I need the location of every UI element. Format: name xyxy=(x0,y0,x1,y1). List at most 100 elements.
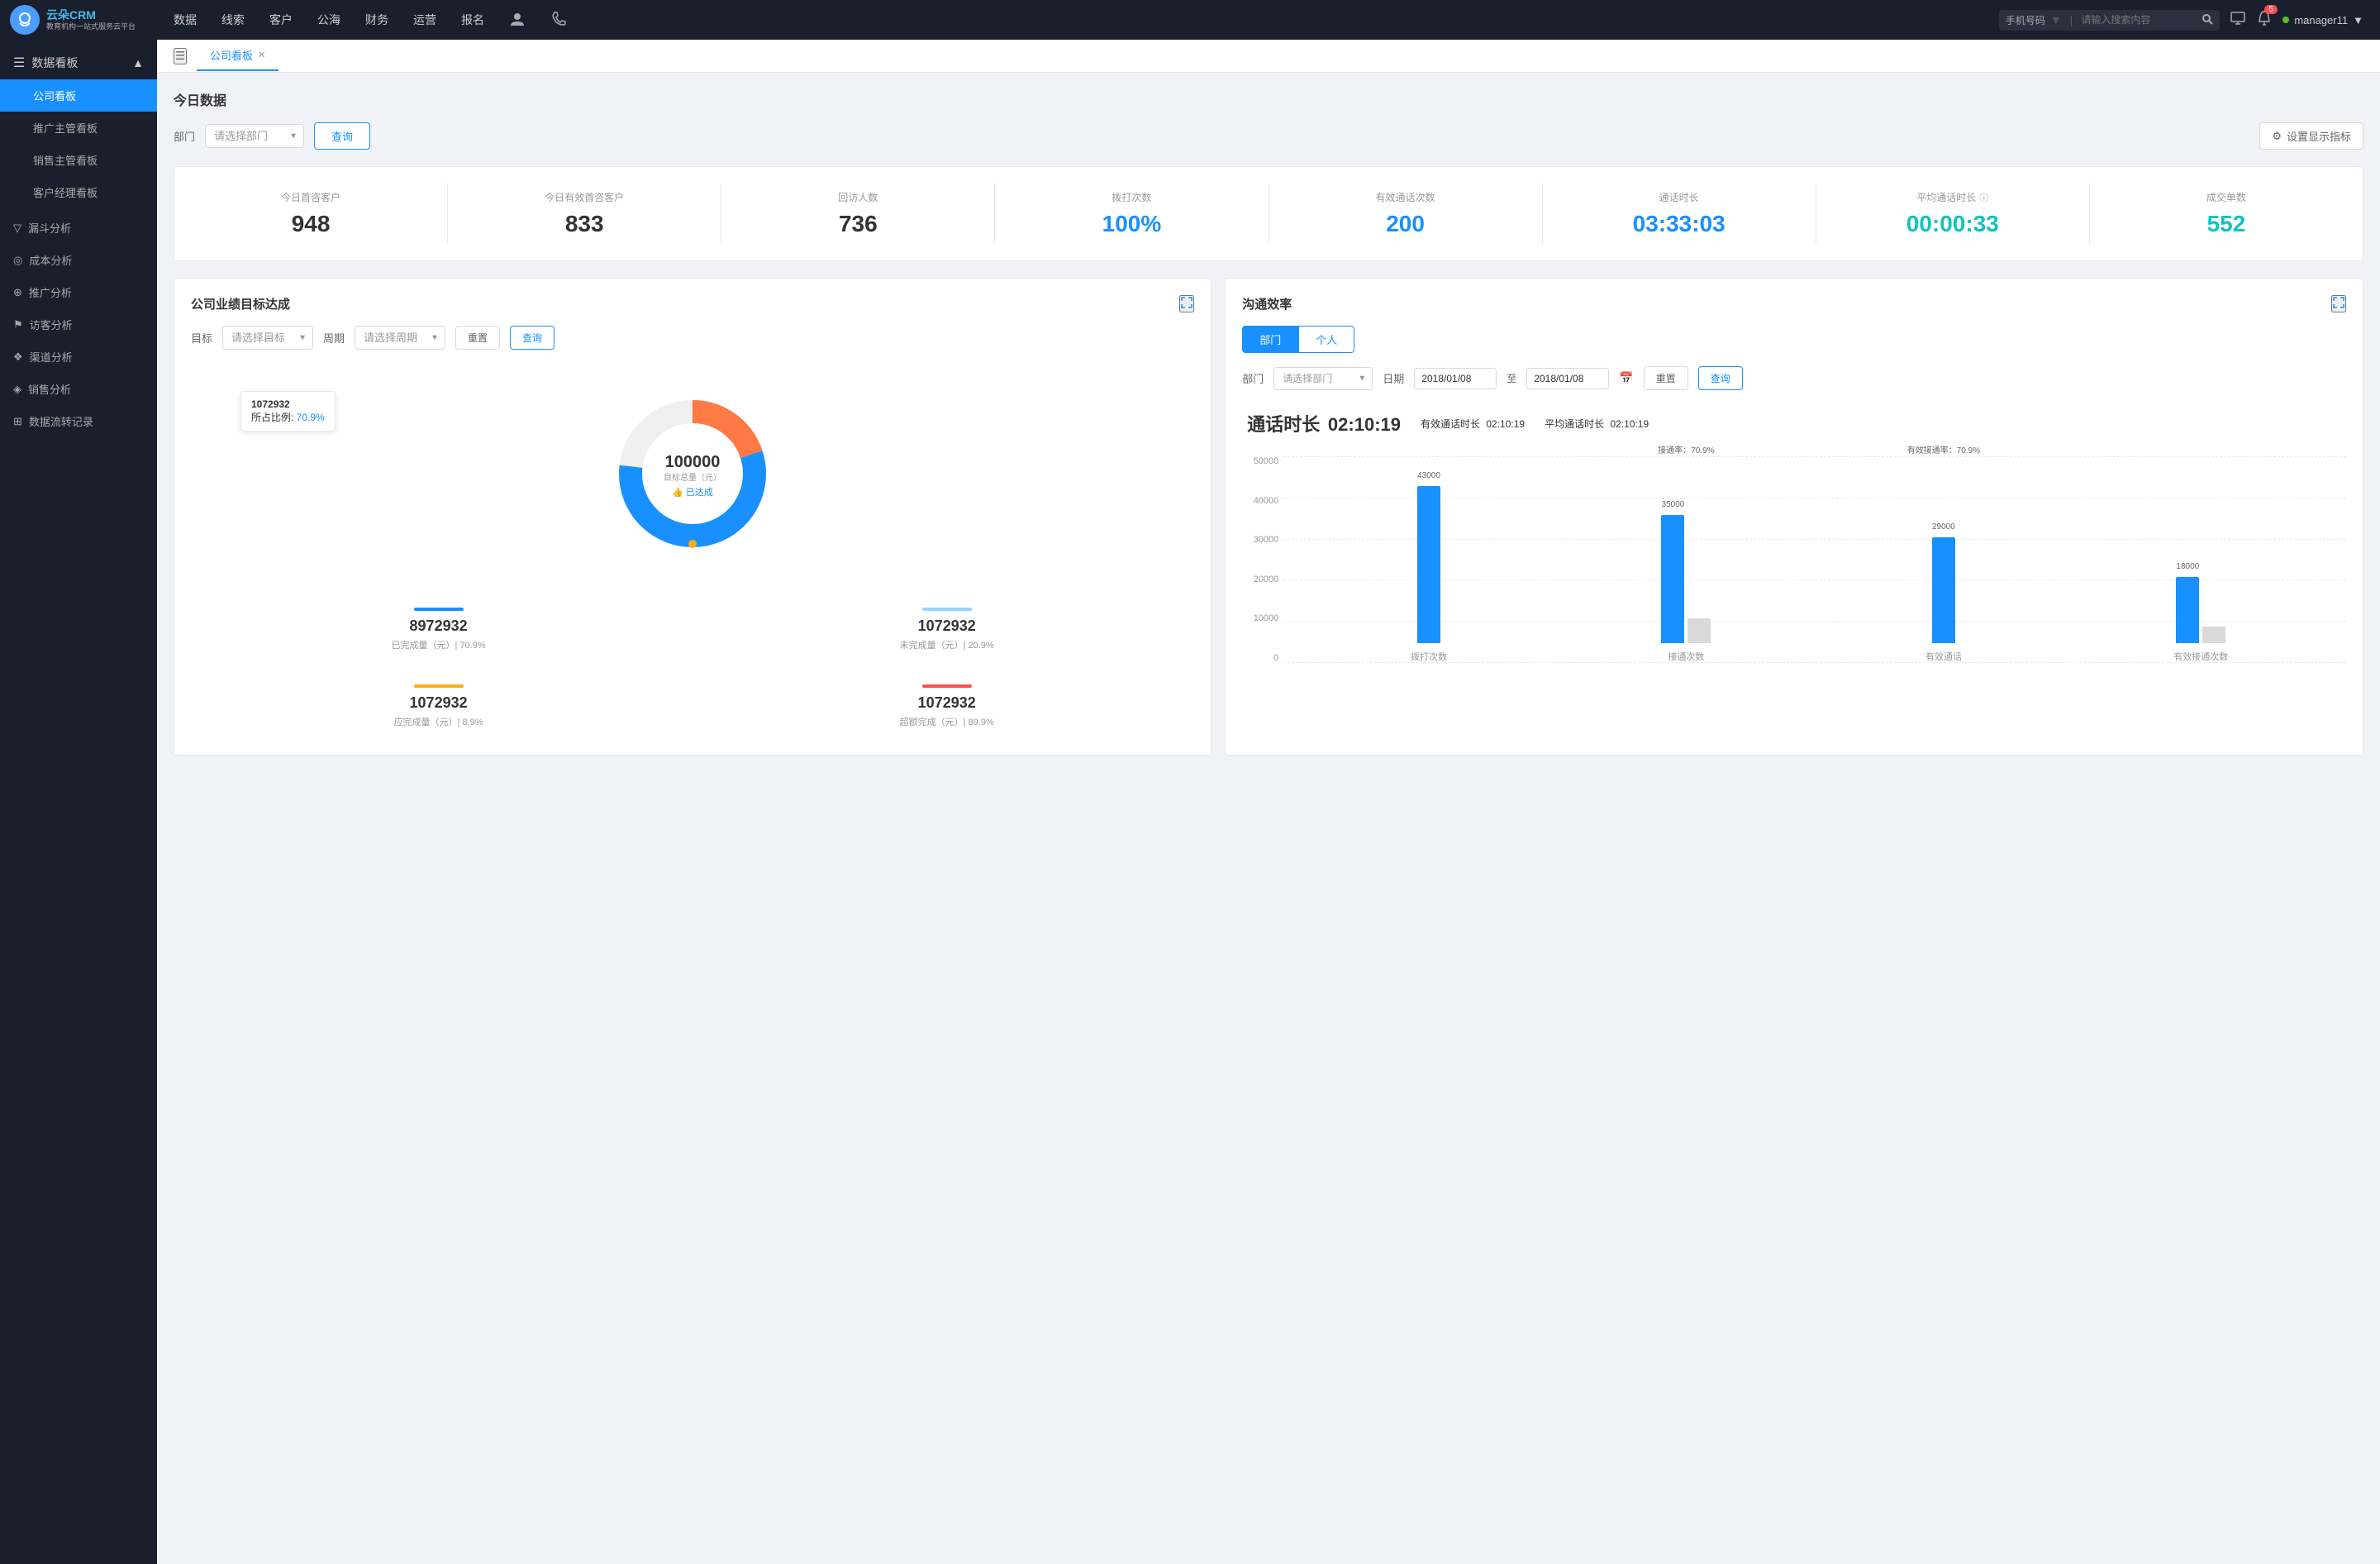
sidebar-item-channel[interactable]: ❖ 渠道分析 xyxy=(0,341,157,373)
stats-value-0: 8972932 xyxy=(198,617,679,635)
stats-bar-should-complete xyxy=(414,684,464,688)
nav-customers[interactable]: 客户 xyxy=(269,8,293,31)
comm-query-button[interactable]: 查询 xyxy=(1698,366,1743,390)
nav-data[interactable]: 数据 xyxy=(174,8,197,31)
stats-grid-item-3: 1072932 超额完成（元）| 89.9% xyxy=(699,675,1194,738)
comm-dept-label: 部门 xyxy=(1242,370,1264,386)
nav-leads[interactable]: 线索 xyxy=(221,8,245,31)
bar-connect-sec xyxy=(1687,618,1711,643)
stat-transactions: 成交单数 552 xyxy=(2090,184,2363,244)
nav-register[interactable]: 报名 xyxy=(461,8,484,31)
bar-group-label-0: 拨打次数 xyxy=(1411,650,1447,663)
sidebar-section-header-dashboard[interactable]: ☰ 数据看板 ▲ xyxy=(0,46,157,79)
stats-grid-item-0: 8972932 已完成量（元）| 70.9% xyxy=(191,598,686,661)
tab-close-icon[interactable]: ✕ xyxy=(258,50,265,60)
settings-display-button[interactable]: ⚙ 设置显示指标 xyxy=(2259,122,2363,150)
calendar-icon[interactable]: 📅 xyxy=(1619,371,1633,385)
comm-expand-button[interactable] xyxy=(2331,295,2346,312)
nav-finance[interactable]: 财务 xyxy=(365,8,388,31)
sidebar-section-arrow: ▲ xyxy=(132,56,144,69)
date-from-input[interactable] xyxy=(1414,368,1497,389)
stats-grid: 8972932 已完成量（元）| 70.9% 1072932 未完成量（元）| … xyxy=(191,598,1194,738)
sidebar-item-sales-board[interactable]: 销售主管看板 xyxy=(0,144,157,176)
search-icon[interactable] xyxy=(2202,13,2213,27)
sidebar-item-cost[interactable]: ◎ 成本分析 xyxy=(0,244,157,276)
stat-dial-count: 拨打次数 100% xyxy=(995,184,1269,244)
nav-user-icon[interactable] xyxy=(509,7,526,33)
svg-text:👍 已达成: 👍 已达成 xyxy=(672,487,713,498)
tab-company-board[interactable]: 公司看板 ✕ xyxy=(197,41,278,71)
user-dropdown-icon[interactable]: ▼ xyxy=(2353,14,2363,26)
target-reset-button[interactable]: 重置 xyxy=(455,326,500,350)
period-label: 周期 xyxy=(323,330,345,346)
donut-chart: 100000 目标总量（元） 👍 已达成 xyxy=(610,391,775,556)
y-label-2: 30000 xyxy=(1254,535,1279,545)
target-chart-title: 公司业绩目标达成 xyxy=(191,295,290,312)
today-query-button[interactable]: 查询 xyxy=(314,122,370,150)
y-label-3: 20000 xyxy=(1254,575,1279,584)
target-expand-button[interactable] xyxy=(1179,295,1194,312)
bar-group-effective-connect: 18000 有效接通次数 xyxy=(2073,443,2330,663)
sidebar-section-label: 数据看板 xyxy=(31,55,78,71)
search-dropdown[interactable]: 手机号码 xyxy=(2006,13,2045,27)
nav-right: 手机号码 ▼ | 5 xyxy=(1999,10,2380,31)
target-query-button[interactable]: 查询 xyxy=(510,326,555,350)
bar-group-label-2: 有效通话 xyxy=(1925,650,1962,663)
main-layout: ☰ 数据看板 ▲ 公司看板 推广主管看板 销售主管看板 客户经理看板 ▽ 漏斗分… xyxy=(0,40,2380,1564)
user-info[interactable]: manager11 ▼ xyxy=(2282,14,2363,26)
stat-new-customers: 今日首咨客户 948 xyxy=(174,184,448,244)
comm-filter-row: 部门 请选择部门 日期 至 📅 重置 查询 xyxy=(1242,366,2346,390)
sidebar-item-promo[interactable]: ⊕ 推广分析 xyxy=(0,276,157,308)
sidebar-item-company-board[interactable]: 公司看板 xyxy=(0,79,157,112)
stat-value-6: 00:00:33 xyxy=(1830,211,2076,237)
sidebar-item-data-flow[interactable]: ⊞ 数据流转记录 xyxy=(0,405,157,437)
bar-dial-main: 43000 xyxy=(1417,486,1440,643)
funnel-icon: ▽ xyxy=(13,222,21,235)
bar-rate-2: 有效接通率：70.9% xyxy=(1907,443,1980,456)
stats-label-1: 未完成量（元）| 20.9% xyxy=(706,638,1188,651)
target-chart-header: 公司业绩目标达成 xyxy=(191,295,1194,312)
comm-dept-select[interactable]: 请选择部门 xyxy=(1273,367,1373,390)
dept-select[interactable]: 请选择部门 xyxy=(205,124,304,148)
nav-operations[interactable]: 运营 xyxy=(413,8,436,31)
charts-row: 公司业绩目标达成 目标 xyxy=(174,278,2363,756)
stat-effective-customers: 今日有效首咨客户 833 xyxy=(448,184,721,244)
period-select[interactable]: 请选择周期 xyxy=(355,326,445,350)
sidebar-item-visitor[interactable]: ⚑ 访客分析 xyxy=(0,308,157,341)
sidebar-section-dashboard: ☰ 数据看板 ▲ 公司看板 推广主管看板 销售主管看板 客户经理看板 xyxy=(0,46,157,208)
stats-grid-item-1: 1072932 未完成量（元）| 20.9% xyxy=(699,598,1194,661)
stat-label-4: 有效通话次数 xyxy=(1283,190,1529,204)
sidebar-item-sales-analysis[interactable]: ◈ 销售分析 xyxy=(0,373,157,405)
dept-select-wrapper: 请选择部门 xyxy=(205,124,304,148)
comm-tab-dept[interactable]: 部门 xyxy=(1242,326,1298,353)
notification-icon[interactable]: 5 xyxy=(2256,10,2273,31)
tab-bar: ☰ 公司看板 ✕ xyxy=(157,40,2380,73)
stat-label-0: 今日首咨客户 xyxy=(188,190,434,204)
comm-reset-button[interactable]: 重置 xyxy=(1644,366,1688,390)
nav-sea[interactable]: 公海 xyxy=(317,8,340,31)
date-separator: 至 xyxy=(1507,371,1516,385)
sidebar-item-promo-board[interactable]: 推广主管看板 xyxy=(0,112,157,144)
comm-chart-title: 沟通效率 xyxy=(1242,295,1292,312)
bar-connect-main: 35000 xyxy=(1661,515,1684,643)
sidebar-item-manager-board[interactable]: 客户经理看板 xyxy=(0,176,157,208)
sidebar: ☰ 数据看板 ▲ 公司看板 推广主管看板 销售主管看板 客户经理看板 ▽ 漏斗分… xyxy=(0,40,157,1564)
stats-bar-excess xyxy=(922,684,972,688)
sidebar-item-funnel[interactable]: ▽ 漏斗分析 xyxy=(0,212,157,244)
target-select[interactable]: 请选择目标 xyxy=(222,326,313,350)
stat-value-3: 100% xyxy=(1008,211,1254,237)
stats-grid-item-2: 1072932 应完成量（元）| 8.9% xyxy=(191,675,686,738)
comm-tab-person[interactable]: 个人 xyxy=(1298,326,1354,353)
bar-ec-label: 18000 xyxy=(2176,562,2199,571)
date-to-input[interactable] xyxy=(1526,368,1609,389)
hamburger-button[interactable]: ☰ xyxy=(174,48,187,64)
nav-phone-icon[interactable] xyxy=(550,7,567,33)
search-input[interactable] xyxy=(2081,14,2197,26)
stats-value-1: 1072932 xyxy=(706,617,1188,635)
monitor-icon[interactable] xyxy=(2230,10,2246,31)
stat-label-1: 今日有效首咨客户 xyxy=(461,190,707,204)
stat-value-0: 948 xyxy=(188,211,434,237)
notification-badge: 5 xyxy=(2264,5,2278,14)
stat-value-4: 200 xyxy=(1283,211,1529,237)
visitor-icon: ⚑ xyxy=(13,318,23,331)
